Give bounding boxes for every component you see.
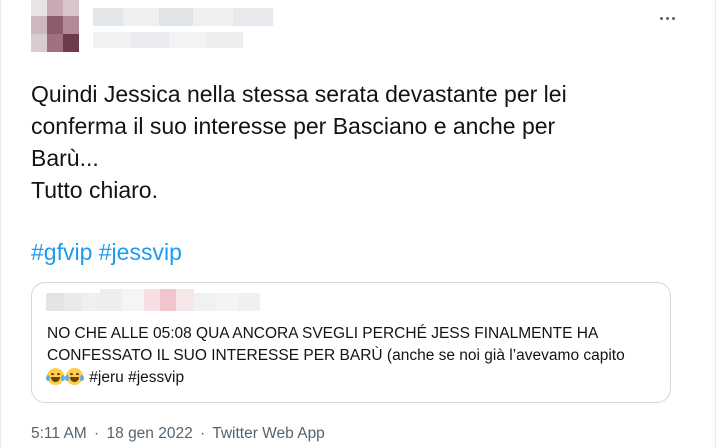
tweet-card: Quindi Jessica nella stessa serata devas…: [0, 0, 716, 448]
tweet-text: Quindi Jessica nella stessa serata devas…: [31, 78, 671, 206]
hashtag-link[interactable]: #jessvip: [99, 239, 182, 265]
more-horizontal-icon[interactable]: [655, 8, 679, 28]
face-with-tears-of-joy-icon: [46, 368, 65, 385]
tweet-date[interactable]: 18 gen 2022: [107, 425, 193, 442]
tweet-text-line: Tutto chiaro.: [31, 177, 158, 203]
quoted-hashtags: #jeru #jessvip: [85, 369, 185, 386]
quoted-text-line: CONFESSATO IL SUO INTERESSE PER BARÙ (an…: [47, 347, 625, 364]
tweet-hashtags: #gfvip #jessvip: [31, 236, 182, 268]
hashtag-link[interactable]: #gfvip: [31, 239, 92, 265]
tweet-text-line: Quindi Jessica nella stessa serata devas…: [31, 81, 567, 107]
meta-separator: ·: [94, 425, 100, 442]
tweet-text-line: Barù...: [31, 145, 99, 171]
quoted-author-obscured[interactable]: [46, 289, 286, 315]
quoted-text-line: NO CHE ALLE 05:08 QUA ANCORA SVEGLI PERC…: [47, 325, 599, 342]
author-handle-obscured[interactable]: [93, 32, 243, 48]
avatar[interactable]: [31, 0, 79, 52]
tweet-source[interactable]: Twitter Web App: [212, 425, 325, 442]
tweet-time[interactable]: 5:11 AM: [31, 425, 87, 442]
author-header-obscured[interactable]: [31, 0, 291, 52]
face-with-tears-of-joy-icon: [65, 368, 84, 385]
quoted-text-line: #jeru #jessvip: [46, 367, 657, 389]
author-name-obscured[interactable]: [93, 8, 273, 26]
tweet-metadata: 5:11 AM · 18 gen 2022 · Twitter Web App: [31, 424, 325, 444]
tweet-text-line: conferma il suo interesse per Basciano e…: [31, 113, 556, 139]
quoted-tweet-card[interactable]: NO CHE ALLE 05:08 QUA ANCORA SVEGLI PERC…: [31, 282, 671, 403]
quoted-tweet-text: NO CHE ALLE 05:08 QUA ANCORA SVEGLI PERC…: [46, 323, 657, 389]
meta-separator: ·: [200, 425, 206, 442]
